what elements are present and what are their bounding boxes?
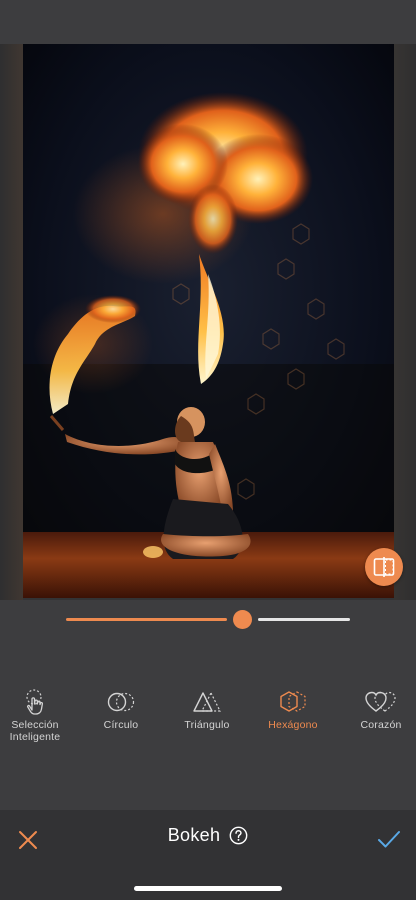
status-bar-area [0,0,416,44]
adjacent-photo-left [0,44,23,600]
slider-track-filled [66,618,227,621]
slider-track-empty [257,618,350,621]
tool-smart-selection[interactable]: Selección Inteligente [0,688,75,743]
circle-bokeh-icon [104,688,138,716]
page-title: Bokeh [167,825,221,845]
title-group: Bokeh [0,825,416,846]
slider-thumb[interactable] [232,610,252,629]
tool-triangle[interactable]: Triángulo [167,688,247,731]
home-indicator [134,886,282,891]
bokeh-shape-toolbar: Selección Inteligente Círculo Triángulo … [0,688,416,758]
hexagon-bokeh-icon [276,688,310,716]
tool-label: Selección Inteligente [9,719,61,743]
adjacent-photo-right [394,44,416,600]
effect-intensity-slider[interactable] [66,610,350,630]
edited-photo[interactable] [23,44,394,598]
heart-bokeh-icon [364,688,398,716]
checkmark-icon [378,831,400,848]
hand-tap-icon [18,688,52,716]
confirm-button[interactable] [376,827,402,851]
tool-circle[interactable]: Círculo [81,688,161,731]
split-compare-icon [373,557,395,577]
tool-hexagon[interactable]: Hexágono [253,688,333,731]
tool-label: Círculo [103,719,139,731]
compare-button[interactable] [365,548,403,586]
tool-label: Hexágono [268,719,318,731]
question-circle-icon[interactable] [229,826,248,845]
tool-heart[interactable]: Corazón [341,688,416,731]
bottom-action-bar: Bokeh [0,810,416,900]
tool-label: Triángulo [184,719,230,731]
fire-breather-image [23,44,394,598]
canvas-area [0,44,416,600]
tool-label: Corazón [360,719,402,731]
triangle-bokeh-icon [190,688,224,716]
